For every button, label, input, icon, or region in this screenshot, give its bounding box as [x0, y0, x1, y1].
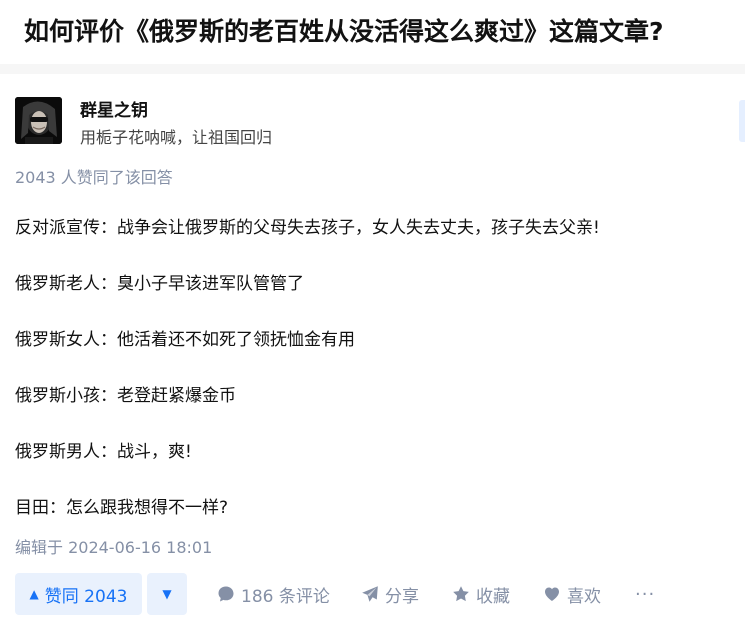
author-avatar[interactable]	[15, 97, 62, 144]
question-title[interactable]: 如何评价《俄罗斯的老百姓从没活得这么爽过》这篇文章?	[24, 12, 664, 52]
collect-label: 收藏	[476, 586, 510, 607]
share-label: 分享	[385, 586, 419, 607]
paper-plane-icon	[362, 586, 378, 602]
vote-up-label: 赞同 2043	[44, 586, 128, 607]
content-paragraph: 反对派宣传：战争会让俄罗斯的父母失去孩子，女人失去丈夫，孩子失去父亲!	[15, 218, 600, 238]
vote-summary: 2043 人赞同了该回答	[15, 168, 173, 187]
content-paragraph: 目田：怎么跟我想得不一样?	[15, 498, 229, 518]
star-icon	[453, 586, 469, 602]
comment-button[interactable]: 186 条评论	[217, 573, 330, 615]
collect-button[interactable]: 收藏	[452, 573, 510, 615]
ellipsis-icon: ···	[635, 583, 656, 605]
comment-label: 186 条评论	[241, 586, 330, 607]
like-label: 喜欢	[567, 586, 601, 607]
answer-content: 反对派宣传：战争会让俄罗斯的父母失去孩子，女人失去丈夫，孩子失去父亲! 俄罗斯老…	[15, 214, 735, 550]
content-paragraph: 俄罗斯女人：他活着还不如死了领抚恤金有用	[15, 330, 355, 350]
comment-bubble-icon	[218, 586, 234, 602]
vote-up-button[interactable]: ▲ 赞同 2043	[15, 573, 142, 615]
content-paragraph: 俄罗斯男人：战斗，爽!	[15, 442, 192, 462]
header-divider	[0, 64, 745, 74]
avatar-portrait-icon	[15, 97, 62, 144]
more-button[interactable]: ···	[635, 573, 655, 615]
triangle-down-icon: ▼	[162, 587, 172, 601]
triangle-up-icon: ▲	[29, 587, 39, 601]
author-name[interactable]: 群星之钥	[80, 96, 148, 121]
like-button[interactable]: 喜欢	[543, 573, 601, 615]
heart-icon	[545, 587, 559, 601]
edit-time: 编辑于 2024-06-16 18:01	[15, 538, 213, 557]
side-tab[interactable]	[739, 100, 745, 142]
content-paragraph: 俄罗斯小孩：老登赶紧爆金币	[15, 386, 236, 406]
share-button[interactable]: 分享	[361, 573, 419, 615]
author-bio: 用栀子花呐喊，让祖国回归	[80, 128, 273, 147]
vote-down-button[interactable]: ▼	[147, 573, 187, 615]
answer-page: 如何评价《俄罗斯的老百姓从没活得这么爽过》这篇文章? 群星之钥 用栀子花呐喊，让…	[0, 0, 745, 630]
action-bar: ▲ 赞同 2043 ▼ 186 条评论 分享 收藏 喜欢 ···	[15, 573, 735, 615]
content-paragraph: 俄罗斯老人：臭小子早该进军队管管了	[15, 274, 304, 294]
